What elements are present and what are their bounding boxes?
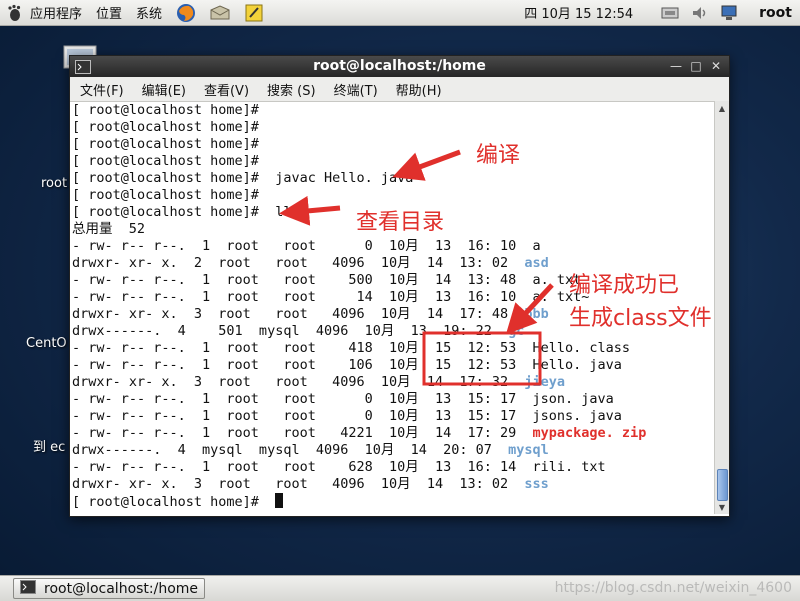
terminal-line-text: - rw- r-- r--. 1 root root 0 10月 13 16: … <box>72 238 533 254</box>
menu-edit[interactable]: 编辑(E) <box>133 80 195 99</box>
gnome-foot-icon <box>6 4 24 22</box>
terminal-menubar: 文件(F) 编辑(E) 查看(V) 搜索 (S) 终端(T) 帮助(H) <box>70 77 729 102</box>
file-name: Hello. class <box>532 340 631 356</box>
close-button[interactable]: ✕ <box>709 59 723 73</box>
terminal-line: [ root@localhost home]# <box>72 153 714 170</box>
file-name: jsons. java <box>532 408 622 424</box>
clock[interactable]: 四 10月 15 12:54 <box>524 3 633 22</box>
top-panel: 应用程序 位置 系统 四 10月 15 12:54 root <box>0 0 800 26</box>
terminal-line: [ root@localhost home]# javac Hello. jav… <box>72 170 714 187</box>
terminal-line-text: - rw- r-- r--. 1 root root 106 10月 15 12… <box>72 357 533 373</box>
terminal-line: - rw- r-- r--. 1 root root 106 10月 15 12… <box>72 357 714 374</box>
file-name: gc <box>508 323 525 339</box>
annotation-view-dir: 查看目录 <box>356 210 445 235</box>
terminal-line: - rw- r-- r--. 1 root root 0 10月 13 15: … <box>72 391 714 408</box>
file-name: jieya <box>524 374 566 390</box>
terminal-line-text: drwxr- xr- x. 2 root root 4096 10月 14 13… <box>72 255 525 271</box>
user-menu[interactable]: root <box>759 5 792 21</box>
annotation-success-line2: 生成class文件 <box>569 306 712 331</box>
terminal-line: - rw- r-- r--. 1 root root 628 10月 13 16… <box>72 459 714 476</box>
menu-terminal[interactable]: 终端(T) <box>325 80 387 99</box>
file-name: rili. txt <box>532 459 606 475</box>
terminal-line-text: 总用量 52 <box>72 221 146 237</box>
scrollbar-thumb[interactable] <box>717 469 728 501</box>
volume-icon[interactable] <box>689 3 711 23</box>
menu-view[interactable]: 查看(V) <box>195 80 258 99</box>
terminal-line: drwxr- xr- x. 3 root root 4096 10月 14 17… <box>72 374 714 391</box>
titlebar[interactable]: root@localhost:/home — □ ✕ <box>70 56 729 77</box>
text-cursor <box>275 493 284 508</box>
terminal-line-text: drwx------. 4 mysql mysql 4096 10月 14 20… <box>72 442 509 458</box>
network-icon[interactable] <box>659 3 681 23</box>
scroll-down-arrow-icon[interactable]: ▼ <box>715 500 729 514</box>
terminal-line-text: [ root@localhost home]# javac Hello. jav… <box>72 170 414 186</box>
terminal-line-text: [ root@localhost home]# <box>72 119 259 135</box>
file-name: asd <box>524 255 549 271</box>
terminal-icon <box>20 579 36 598</box>
terminal-line-text: [ root@localhost home]# ll <box>72 204 292 220</box>
menu-file[interactable]: 文件(F) <box>70 80 133 99</box>
terminal-line-text: drwxr- xr- x. 3 root root 4096 10月 14 13… <box>72 476 525 492</box>
menu-applications-label: 应用程序 <box>30 7 83 22</box>
terminal-line-text: [ root@localhost home]# <box>72 153 259 169</box>
annotation-success-line1: 编译成功已 <box>569 273 680 298</box>
menu-help[interactable]: 帮助(H) <box>387 80 451 99</box>
scroll-up-arrow-icon[interactable]: ▲ <box>715 101 729 115</box>
scrollbar[interactable]: ▲ ▼ <box>714 101 729 514</box>
maximize-button[interactable]: □ <box>689 59 703 73</box>
terminal-line: [ root@localhost home]# <box>72 136 714 153</box>
terminal-line-text: - rw- r-- r--. 1 root root 0 10月 13 15: … <box>72 391 533 407</box>
terminal-line-text: drwx------. 4 501 mysql 4096 10月 13 19: … <box>72 323 509 339</box>
desktop-label-trash[interactable]: 到 ec <box>33 436 65 455</box>
file-name: sss <box>524 476 549 492</box>
terminal-line: [ root@localhost home]# <box>72 119 714 136</box>
file-name: mysql <box>508 442 549 458</box>
file-name: mypackage. zip <box>532 425 647 441</box>
terminal-line-text: - rw- r-- r--. 1 root root 0 10月 13 15: … <box>72 408 533 424</box>
terminal-line: - rw- r-- r--. 1 root root 0 10月 13 15: … <box>72 408 714 425</box>
terminal-line-text: - rw- r-- r--. 1 root root 14 10月 13 16:… <box>72 289 533 305</box>
terminal-line-text: - rw- r-- r--. 1 root root 418 10月 15 12… <box>72 340 533 356</box>
file-name: Hello. java <box>532 357 622 373</box>
menu-system[interactable]: 系统 <box>129 3 169 22</box>
terminal-line: - rw- r-- r--. 1 root root 0 10月 13 16: … <box>72 238 714 255</box>
terminal-line: drwx------. 4 mysql mysql 4096 10月 14 20… <box>72 442 714 459</box>
terminal-line-text: - rw- r-- r--. 1 root root 500 10月 14 13… <box>72 272 533 288</box>
minimize-button[interactable]: — <box>669 59 683 73</box>
terminal-line: drwxr- xr- x. 3 root root 4096 10月 14 13… <box>72 476 714 493</box>
notes-icon[interactable] <box>243 3 265 23</box>
terminal-line-text: drwxr- xr- x. 3 root root 4096 10月 14 17… <box>72 374 525 390</box>
terminal-line-text: - rw- r-- r--. 1 root root 628 10月 13 16… <box>72 459 533 475</box>
terminal-line-text: [ root@localhost home]# <box>72 102 259 118</box>
terminal-line-text: [ root@localhost home]# <box>72 136 259 152</box>
terminal-line: - rw- r-- r--. 1 root root 4221 10月 14 1… <box>72 425 714 442</box>
window-title: root@localhost:/home <box>313 58 486 74</box>
file-name: json. java <box>532 391 614 407</box>
desktop-label-home[interactable]: root <box>41 176 67 191</box>
taskbar-terminal-label: root@localhost:/home <box>44 580 199 597</box>
desktop-label-centos[interactable]: CentO <box>26 336 67 351</box>
menu-places[interactable]: 位置 <box>89 3 129 22</box>
bottom-panel: root@localhost:/home https://blog.csdn.n… <box>0 575 800 601</box>
mail-icon[interactable] <box>209 3 231 23</box>
menu-search[interactable]: 搜索 (S) <box>258 80 325 99</box>
display-icon[interactable] <box>719 3 741 23</box>
terminal-line: - rw- r-- r--. 1 root root 418 10月 15 12… <box>72 340 714 357</box>
annotation-compile: 编译 <box>476 143 521 168</box>
menu-applications[interactable]: 应用程序 <box>0 3 89 22</box>
taskbar-terminal-button[interactable]: root@localhost:/home <box>13 578 205 599</box>
file-name: a <box>532 238 541 254</box>
terminal-line: [ root@localhost home]# <box>72 102 714 119</box>
terminal-line: [ root@localhost home]# <box>72 187 714 204</box>
terminal-line-text: - rw- r-- r--. 1 root root 4221 10月 14 1… <box>72 425 533 441</box>
firefox-icon[interactable] <box>175 3 197 23</box>
watermark: https://blog.csdn.net/weixin_4600 <box>554 580 792 596</box>
file-name: bbb <box>524 306 549 322</box>
terminal-prompt: [ root@localhost home]# <box>72 494 276 510</box>
terminal-prompt-line[interactable]: [ root@localhost home]# <box>72 493 714 510</box>
terminal-line-text: drwxr- xr- x. 3 root root 4096 10月 14 17… <box>72 306 525 322</box>
terminal-line-text: [ root@localhost home]# <box>72 187 259 203</box>
